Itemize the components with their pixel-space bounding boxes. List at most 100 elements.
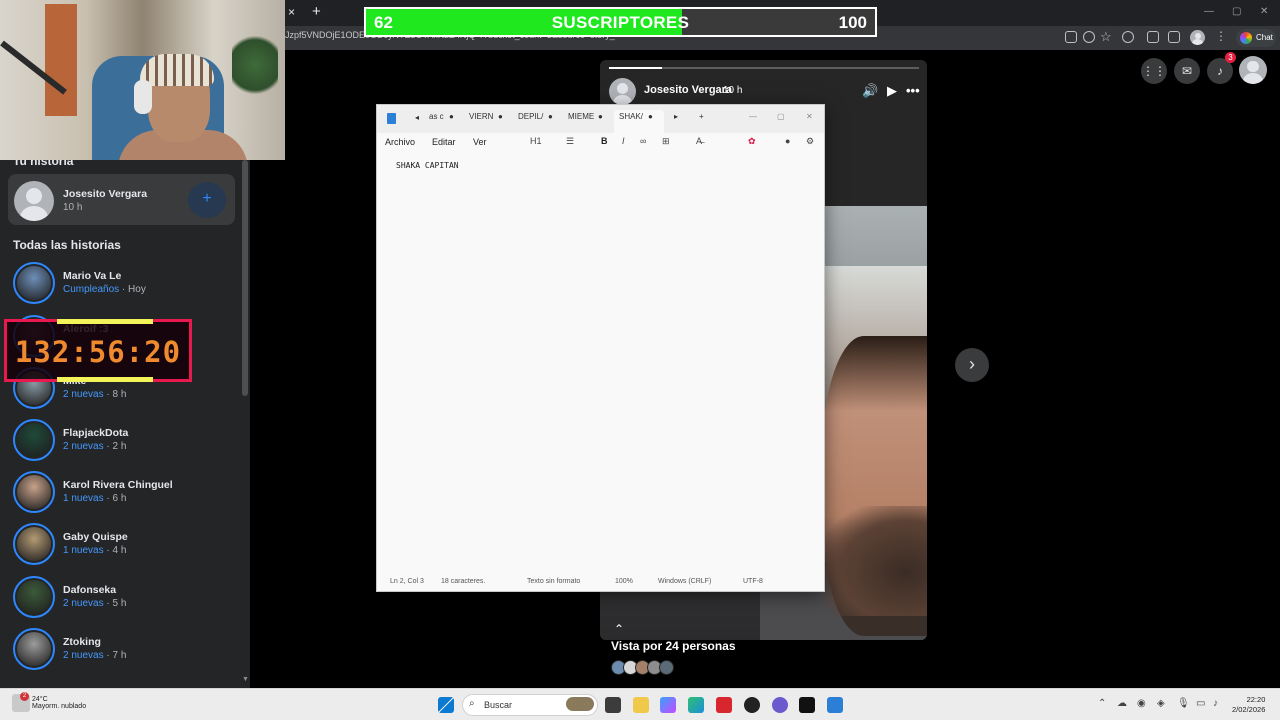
bold-icon[interactable]: B [601,136,608,146]
sidebar-scrollbar[interactable] [242,160,248,396]
status-encoding: UTF-8 [743,578,763,585]
notepad-tab[interactable]: VIERN [469,112,493,121]
new-notepad-tab-icon[interactable]: + [699,112,704,121]
story-name[interactable]: Karol Rivera Chinguel [63,479,173,491]
tray-app-icon[interactable]: ◉ [1137,698,1146,709]
add-story-button[interactable]: + [188,182,226,218]
notepad-window[interactable]: ◂ as c ● VIERN ● DEPIL/ ● MIEME ● SHAK/ … [376,104,825,592]
sidepanel-icon[interactable] [1168,31,1180,43]
tab-close-dot-icon[interactable]: ● [449,112,454,121]
file-explorer-icon[interactable] [633,697,649,713]
notepad-minimize-icon[interactable]: — [749,112,757,121]
tab-close-icon[interactable]: × [288,5,295,19]
subscriber-label: SUSCRIPTORES [551,13,690,32]
play-icon[interactable]: ▶ [887,83,897,99]
microphone-icon[interactable]: 🎙 [1177,698,1190,709]
volume-icon[interactable]: ♪ [1213,698,1218,709]
story-avatar[interactable] [13,471,55,513]
taskbar-clock[interactable]: 22:20 2/02/2026 [1232,695,1265,715]
list-icon[interactable]: ☰ [566,136,574,147]
story-name[interactable]: Mario Va Le [63,270,121,282]
extensions-puzzle-icon[interactable] [1147,31,1159,43]
zoom-icon[interactable] [1083,31,1095,43]
profile-avatar-icon[interactable] [1190,30,1205,45]
subscriber-goal-bar: 62 SUSCRIPTORES 100 [364,7,877,37]
tray-chevron-icon[interactable]: ⌃ [1098,698,1106,709]
story-viewers-count[interactable]: Vista por 24 personas [611,639,736,653]
story-name[interactable]: Gaby Quispe [63,531,128,543]
menu-dots-icon[interactable]: ⋮ [1215,29,1227,43]
tab-close-dot-icon[interactable]: ● [598,112,603,121]
messenger-icon[interactable]: ✉ [1174,58,1200,84]
next-story-button[interactable]: › [955,348,989,382]
onedrive-icon[interactable]: ☁ [1117,698,1127,709]
apps-menu-icon[interactable]: ⋮⋮ [1141,58,1167,84]
heading-dropdown[interactable]: H1 [530,136,542,146]
new-tab-button[interactable]: + [312,3,321,20]
more-options-icon[interactable]: ••• [906,83,920,98]
notepad-tab[interactable]: MIEME [568,112,594,121]
tab-close-dot-icon[interactable]: ● [498,112,503,121]
obs-icon[interactable] [744,697,760,713]
clear-format-icon[interactable]: A̶ [696,136,702,146]
story-user-name[interactable]: Josesito Vergara [644,84,732,96]
notepad-tab-active[interactable]: SHAK/ [619,112,643,121]
task-view-icon[interactable] [605,697,621,713]
discord-icon[interactable] [772,697,788,713]
story-avatar[interactable] [13,523,55,565]
table-icon[interactable]: ⊞ [662,136,670,147]
story-age: · Hoy [119,284,146,295]
story-name[interactable]: FlapjackDota [63,427,128,439]
menu-file[interactable]: Archivo [385,137,415,147]
story-avatar[interactable] [13,419,55,461]
maximize-icon[interactable]: ▢ [1232,6,1241,17]
story-meta: 1 nuevas · 4 h [63,545,126,556]
notepad-tab[interactable]: DEPIL/ [518,112,543,121]
story-avatar[interactable] [13,576,55,618]
tab-scroll-left-icon[interactable]: ◂ [415,113,419,122]
app-icon[interactable] [799,697,815,713]
tab-close-dot-icon[interactable]: ● [648,112,653,121]
notepad-content[interactable]: SHAKA CAPITAN [396,161,459,170]
install-app-icon[interactable] [1065,31,1077,43]
edge-icon[interactable] [688,697,704,713]
tab-close-dot-icon[interactable]: ● [548,112,553,121]
scroll-down-icon[interactable]: ▼ [242,676,249,683]
viewer-avatar[interactable] [659,660,674,675]
story-age: · 7 h [103,650,127,661]
extension-icon[interactable] [1122,31,1134,43]
story-avatar[interactable] [13,262,55,304]
notepad-maximize-icon[interactable]: ▢ [777,112,785,121]
copilot-taskbar-icon[interactable] [660,697,676,713]
start-windows-icon[interactable] [438,697,454,713]
account-icon[interactable]: ● [785,136,790,146]
tray-app-icon[interactable]: ◈ [1157,698,1165,709]
story-name[interactable]: Ztoking [63,636,101,648]
search-highlight-image [566,697,594,711]
copilot-icon[interactable]: ✿ [748,136,756,147]
story-name[interactable]: Dafonseka [63,584,116,596]
account-avatar[interactable] [1239,56,1267,84]
minimize-icon[interactable]: — [1204,6,1214,17]
sound-icon[interactable]: 🔊 [862,83,878,99]
menu-view[interactable]: Ver [473,137,487,147]
timer-stripe-bottom [57,377,153,382]
tab-scroll-right-icon[interactable]: ▸ [674,112,678,121]
close-window-icon[interactable]: ✕ [1260,6,1268,17]
menu-edit[interactable]: Editar [432,137,456,147]
wps-icon[interactable] [716,697,732,713]
story-avatar-image [17,527,51,561]
notepad-taskbar-icon[interactable] [827,697,843,713]
story-avatar[interactable] [13,628,55,670]
notepad-close-icon[interactable]: ✕ [806,112,813,121]
story-user-avatar[interactable] [609,78,636,105]
settings-gear-icon[interactable]: ⚙ [806,136,814,147]
weather-text[interactable]: 24°C Mayorm. nublado [32,696,86,710]
notepad-app-icon [387,113,396,124]
bookmark-star-icon[interactable]: ☆ [1100,29,1112,45]
expand-viewers-icon[interactable]: ⌃ [614,622,624,636]
italic-icon[interactable]: I [622,136,625,146]
link-icon[interactable]: ∞ [640,136,646,146]
network-icon[interactable]: ▭ [1196,698,1205,709]
notepad-tab[interactable]: as c [429,112,444,121]
